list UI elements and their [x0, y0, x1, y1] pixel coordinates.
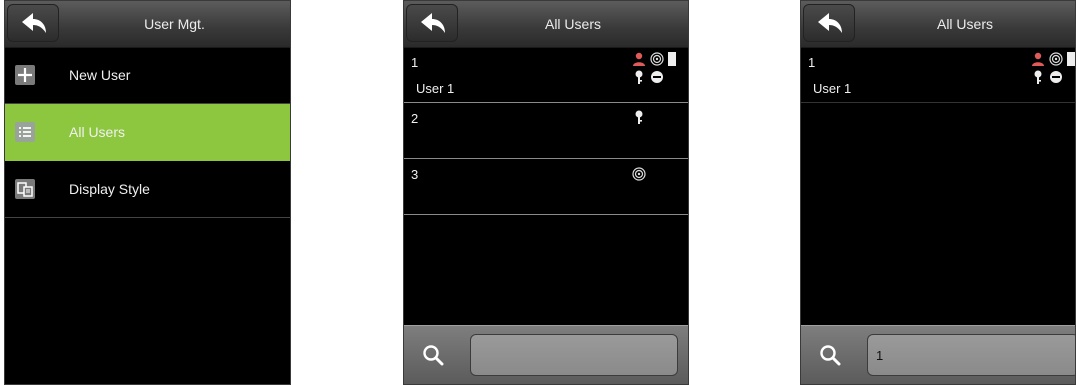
user-id: 1: [411, 55, 419, 70]
user-face-icon: [1032, 52, 1044, 66]
user-id: 2: [411, 111, 419, 126]
user-id: 1: [808, 55, 816, 70]
fingerprint-icon: [650, 52, 664, 66]
all-users-screen: All Users 1 User 1 2 3: [403, 0, 689, 385]
all-users-search-screen: All Users 1 User 1: [800, 0, 1076, 385]
card-icon: [1067, 52, 1075, 66]
fingerprint-icon: [1049, 52, 1063, 66]
search-bar: [404, 325, 688, 384]
face-icon: [1050, 71, 1062, 83]
search-bar: [801, 325, 1075, 384]
card-icon: [668, 52, 676, 66]
title-bar: User Mgt.: [5, 1, 290, 48]
search-input[interactable]: [470, 334, 678, 376]
back-arrow-icon: [818, 13, 842, 33]
menu-item-label: Display Style: [69, 181, 150, 197]
user-row[interactable]: 1 User 1: [404, 47, 688, 103]
user-name: User 1: [416, 81, 455, 96]
back-button[interactable]: [7, 4, 59, 42]
search-icon[interactable]: [819, 344, 841, 371]
password-key-icon: [635, 70, 643, 84]
user-row[interactable]: 3: [404, 159, 688, 215]
display-style-icon: [15, 179, 35, 199]
user-row[interactable]: 1 User 1: [801, 47, 1075, 103]
title-bar: All Users: [801, 1, 1075, 48]
back-arrow-icon: [22, 13, 46, 33]
password-key-icon: [635, 110, 643, 124]
back-button[interactable]: [406, 4, 458, 42]
password-key-icon: [1034, 70, 1042, 84]
search-icon[interactable]: [422, 344, 444, 371]
back-button[interactable]: [803, 4, 855, 42]
search-input[interactable]: [867, 334, 1075, 376]
back-arrow-icon: [421, 13, 445, 33]
menu-item-label: All Users: [69, 124, 126, 140]
user-mgt-screen: User Mgt. New User All Users Display Sty…: [4, 0, 291, 385]
menu-item-display-style[interactable]: Display Style: [5, 161, 290, 218]
menu-item-all-users[interactable]: All Users: [5, 104, 290, 161]
verification-icons: [620, 164, 680, 198]
verification-icons: [620, 52, 680, 86]
page-title: All Users: [544, 16, 601, 32]
menu-item-label: New User: [69, 67, 131, 83]
user-name: User 1: [813, 81, 852, 96]
face-icon: [651, 71, 663, 83]
page-title: All Users: [936, 16, 993, 32]
menu-item-new-user[interactable]: New User: [5, 47, 290, 104]
fingerprint-icon: [632, 167, 646, 181]
user-face-icon: [633, 52, 645, 66]
verification-icons: [1019, 52, 1075, 86]
user-row[interactable]: 2: [404, 103, 688, 159]
title-bar: All Users: [404, 1, 688, 48]
plus-icon: [15, 65, 35, 85]
user-id: 3: [411, 167, 419, 182]
list-icon: [15, 122, 35, 142]
verification-icons: [620, 108, 680, 142]
page-title: User Mgt.: [144, 16, 205, 32]
